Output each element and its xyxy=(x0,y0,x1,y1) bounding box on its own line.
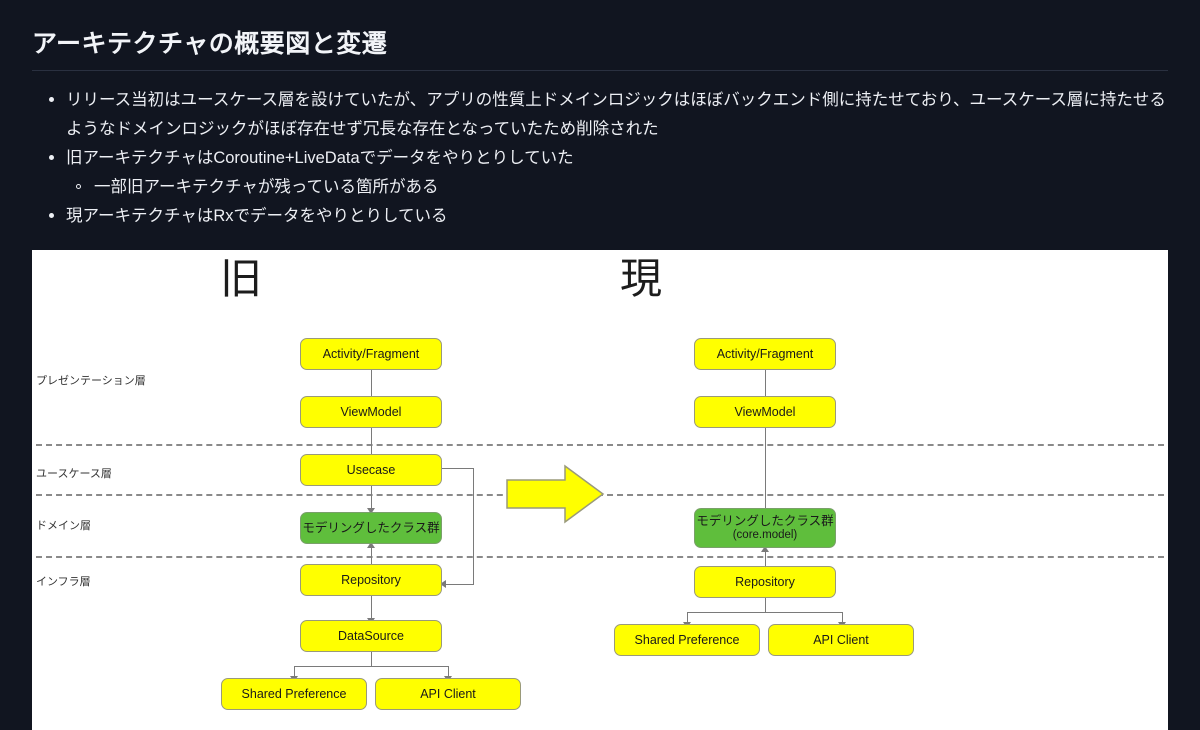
node-label: Activity/Fragment xyxy=(716,346,814,361)
list-item: リリース当初はユースケース層を設けていたが、アプリの性質上ドメインロジックはほぼ… xyxy=(32,86,1172,144)
node-new-shared-preference[interactable]: Shared Preference xyxy=(614,624,760,656)
list-item: 現アーキテクチャはRxでデータをやりとりしている xyxy=(32,202,1172,231)
transition-right-arrow-icon xyxy=(506,464,605,524)
node-new-repository[interactable]: Repository xyxy=(694,566,836,598)
architecture-diagram: 旧 現 プレゼンテーション層 ユースケース層 ドメイン層 インフラ層 Activ… xyxy=(32,250,1168,730)
node-label: DataSource xyxy=(337,628,404,643)
node-label: モデリングしたクラス群 xyxy=(696,514,834,529)
node-new-api-client[interactable]: API Client xyxy=(768,624,914,656)
connector-new-repo-split xyxy=(765,598,766,612)
node-label: Repository xyxy=(735,574,795,589)
node-label: Shared Preference xyxy=(241,686,347,701)
connector-old-datasource-split xyxy=(371,652,372,666)
node-sublabel: (core.model) xyxy=(732,528,798,541)
column-header-old: 旧 xyxy=(220,254,263,303)
node-label: API Client xyxy=(420,686,476,701)
bullet-dot-icon xyxy=(49,155,54,160)
layer-label-usecase: ユースケース層 xyxy=(36,468,112,480)
bullet-dot-icon xyxy=(49,213,54,218)
node-old-datasource[interactable]: DataSource xyxy=(300,620,442,652)
bullet-ring-icon xyxy=(76,184,81,189)
layer-label-domain: ドメイン層 xyxy=(36,520,91,532)
node-label: Activity/Fragment xyxy=(322,346,420,361)
node-label: モデリングしたクラス群 xyxy=(302,520,440,535)
node-old-activity[interactable]: Activity/Fragment xyxy=(300,338,442,370)
column-header-new: 現 xyxy=(620,254,663,303)
connector-old-usecase-repo-bottom xyxy=(446,584,474,585)
node-old-repository[interactable]: Repository xyxy=(300,564,442,596)
list-item-text: 旧アーキテクチャはCoroutine+LiveDataでデータをやりとりしていた xyxy=(66,149,574,167)
list-item-text: 現アーキテクチャはRxでデータをやりとりしている xyxy=(66,207,448,225)
node-label: Shared Preference xyxy=(634,632,740,647)
node-old-viewmodel[interactable]: ViewModel xyxy=(300,396,442,428)
title-divider xyxy=(32,70,1168,71)
list-item: 旧アーキテクチャはCoroutine+LiveDataでデータをやりとりしていた xyxy=(32,144,1172,173)
node-old-model[interactable]: モデリングしたクラス群 xyxy=(300,512,442,544)
bullet-dot-icon xyxy=(49,97,54,102)
layer-divider xyxy=(36,444,1164,446)
node-old-api-client[interactable]: API Client xyxy=(375,678,521,710)
connector-old-usecase-repo-top xyxy=(442,468,474,469)
list-item-nested: 一部旧アーキテクチャが残っている箇所がある xyxy=(32,173,1172,202)
page-title: アーキテクチャの概要図と変遷 xyxy=(32,30,388,58)
layer-divider xyxy=(36,556,1164,558)
node-label: ViewModel xyxy=(340,404,402,419)
connector-old-datasource-bus xyxy=(294,666,449,667)
node-label: API Client xyxy=(813,632,869,647)
node-old-shared-preference[interactable]: Shared Preference xyxy=(221,678,367,710)
connector-new-viewmodel-model xyxy=(765,428,766,514)
node-label: Usecase xyxy=(346,462,396,477)
list-item-text: リリース当初はユースケース層を設けていたが、アプリの性質上ドメインロジックはほぼ… xyxy=(66,91,1166,138)
node-label: Repository xyxy=(341,572,401,587)
list-item-text: 一部旧アーキテクチャが残っている箇所がある xyxy=(94,178,439,196)
node-new-viewmodel[interactable]: ViewModel xyxy=(694,396,836,428)
layer-label-infra: インフラ層 xyxy=(36,576,91,588)
connector-new-repo-bus xyxy=(687,612,843,613)
layer-label-presentation: プレゼンテーション層 xyxy=(36,375,146,387)
node-new-activity[interactable]: Activity/Fragment xyxy=(694,338,836,370)
node-old-usecase[interactable]: Usecase xyxy=(300,454,442,486)
node-label: ViewModel xyxy=(734,404,796,419)
node-new-model[interactable]: モデリングしたクラス群 (core.model) xyxy=(694,508,836,548)
connector-old-usecase-repo-side xyxy=(473,468,474,584)
bullet-list: リリース当初はユースケース層を設けていたが、アプリの性質上ドメインロジックはほぼ… xyxy=(32,86,1172,231)
